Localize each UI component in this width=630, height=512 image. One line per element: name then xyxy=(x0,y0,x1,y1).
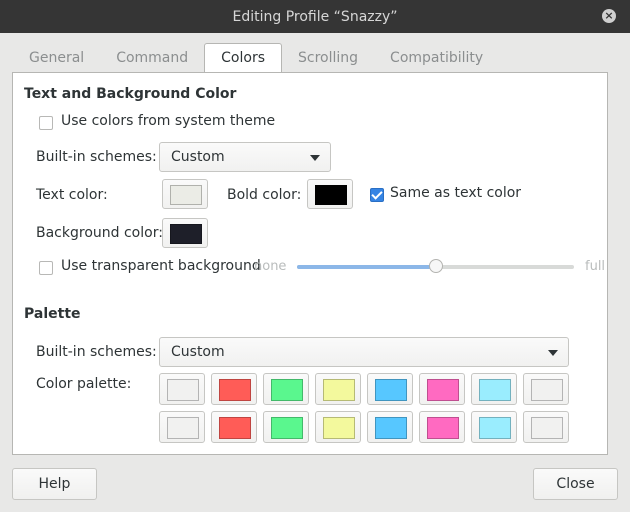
text-color-button[interactable] xyxy=(162,179,208,209)
palette-color-13-button[interactable] xyxy=(367,411,413,443)
tab-command[interactable]: Command xyxy=(100,44,204,72)
palette-color-6-swatch xyxy=(427,379,459,401)
tab-general[interactable]: General xyxy=(13,44,100,72)
palette-color-16-swatch xyxy=(531,417,563,439)
palette-color-11-button[interactable] xyxy=(263,411,309,443)
palette-color-14-swatch xyxy=(427,417,459,439)
palette-color-9-swatch xyxy=(167,417,199,439)
palette-color-8-swatch xyxy=(531,379,563,401)
palette-color-10-swatch xyxy=(219,417,251,439)
text-bg-section-title: Text and Background Color xyxy=(24,86,237,102)
palette-color-2-button[interactable] xyxy=(211,373,257,405)
close-button[interactable]: Close xyxy=(533,468,618,500)
palette-color-1-button[interactable] xyxy=(159,373,205,405)
bold-color-button[interactable] xyxy=(307,179,353,209)
slider-min-label: none xyxy=(254,259,287,274)
palette-color-2-swatch xyxy=(219,379,251,401)
palette-color-3-button[interactable] xyxy=(263,373,309,405)
palette-color-5-button[interactable] xyxy=(367,373,413,405)
transparency-slider[interactable] xyxy=(297,259,574,273)
tab-bar: General Command Colors Scrolling Compati… xyxy=(13,43,499,73)
background-color-swatch xyxy=(170,224,202,244)
builtin-schemes-value: Custom xyxy=(171,149,225,165)
text-color-label: Text color: xyxy=(36,187,108,203)
palette-color-4-swatch xyxy=(323,379,355,401)
help-button[interactable]: Help xyxy=(12,468,97,500)
use-system-colors-checkbox[interactable] xyxy=(39,116,53,130)
palette-color-11-swatch xyxy=(271,417,303,439)
palette-color-10-button[interactable] xyxy=(211,411,257,443)
palette-color-9-button[interactable] xyxy=(159,411,205,443)
tab-colors[interactable]: Colors xyxy=(204,43,283,73)
palette-color-15-swatch xyxy=(479,417,511,439)
tab-scrolling[interactable]: Scrolling xyxy=(282,44,374,72)
builtin-schemes-label: Built-in schemes: xyxy=(36,149,157,165)
transparent-background-label: Use transparent background xyxy=(61,258,261,274)
palette-color-6-button[interactable] xyxy=(419,373,465,405)
palette-color-1-swatch xyxy=(167,379,199,401)
palette-color-14-button[interactable] xyxy=(419,411,465,443)
background-color-button[interactable] xyxy=(162,218,208,248)
palette-color-3-swatch xyxy=(271,379,303,401)
close-window-icon[interactable]: × xyxy=(602,9,616,23)
palette-color-15-button[interactable] xyxy=(471,411,517,443)
palette-color-7-swatch xyxy=(479,379,511,401)
dropdown-arrow-icon xyxy=(310,155,320,161)
palette-color-8-button[interactable] xyxy=(523,373,569,405)
transparency-slider-handle[interactable] xyxy=(428,259,443,273)
tab-compatibility[interactable]: Compatibility xyxy=(374,44,499,72)
palette-color-4-button[interactable] xyxy=(315,373,361,405)
palette-color-12-button[interactable] xyxy=(315,411,361,443)
palette-builtin-schemes-value: Custom xyxy=(171,344,225,360)
window-title: Editing Profile “Snazzy” xyxy=(232,8,398,25)
bold-color-swatch xyxy=(315,185,347,205)
builtin-schemes-select[interactable]: Custom xyxy=(159,142,331,172)
palette-color-16-button[interactable] xyxy=(523,411,569,443)
transparent-background-checkbox[interactable] xyxy=(39,261,53,275)
color-palette-label: Color palette: xyxy=(36,376,132,392)
dropdown-arrow-icon xyxy=(548,350,558,356)
same-as-text-checkbox[interactable] xyxy=(370,188,384,202)
transparency-slider-fill xyxy=(297,265,436,269)
palette-color-12-swatch xyxy=(323,417,355,439)
title-bar: Editing Profile “Snazzy” × xyxy=(0,0,630,33)
palette-builtin-schemes-select[interactable]: Custom xyxy=(159,337,569,367)
palette-section-title: Palette xyxy=(24,306,81,322)
slider-max-label: full xyxy=(585,259,606,274)
palette-color-13-swatch xyxy=(375,417,407,439)
palette-color-7-button[interactable] xyxy=(471,373,517,405)
palette-builtin-schemes-label: Built-in schemes: xyxy=(36,344,157,360)
use-system-colors-label: Use colors from system theme xyxy=(61,113,276,129)
bold-color-label: Bold color: xyxy=(227,187,302,203)
text-color-swatch xyxy=(170,185,202,205)
background-color-label: Background color: xyxy=(36,225,163,241)
same-as-text-label: Same as text color xyxy=(390,185,522,201)
palette-color-5-swatch xyxy=(375,379,407,401)
